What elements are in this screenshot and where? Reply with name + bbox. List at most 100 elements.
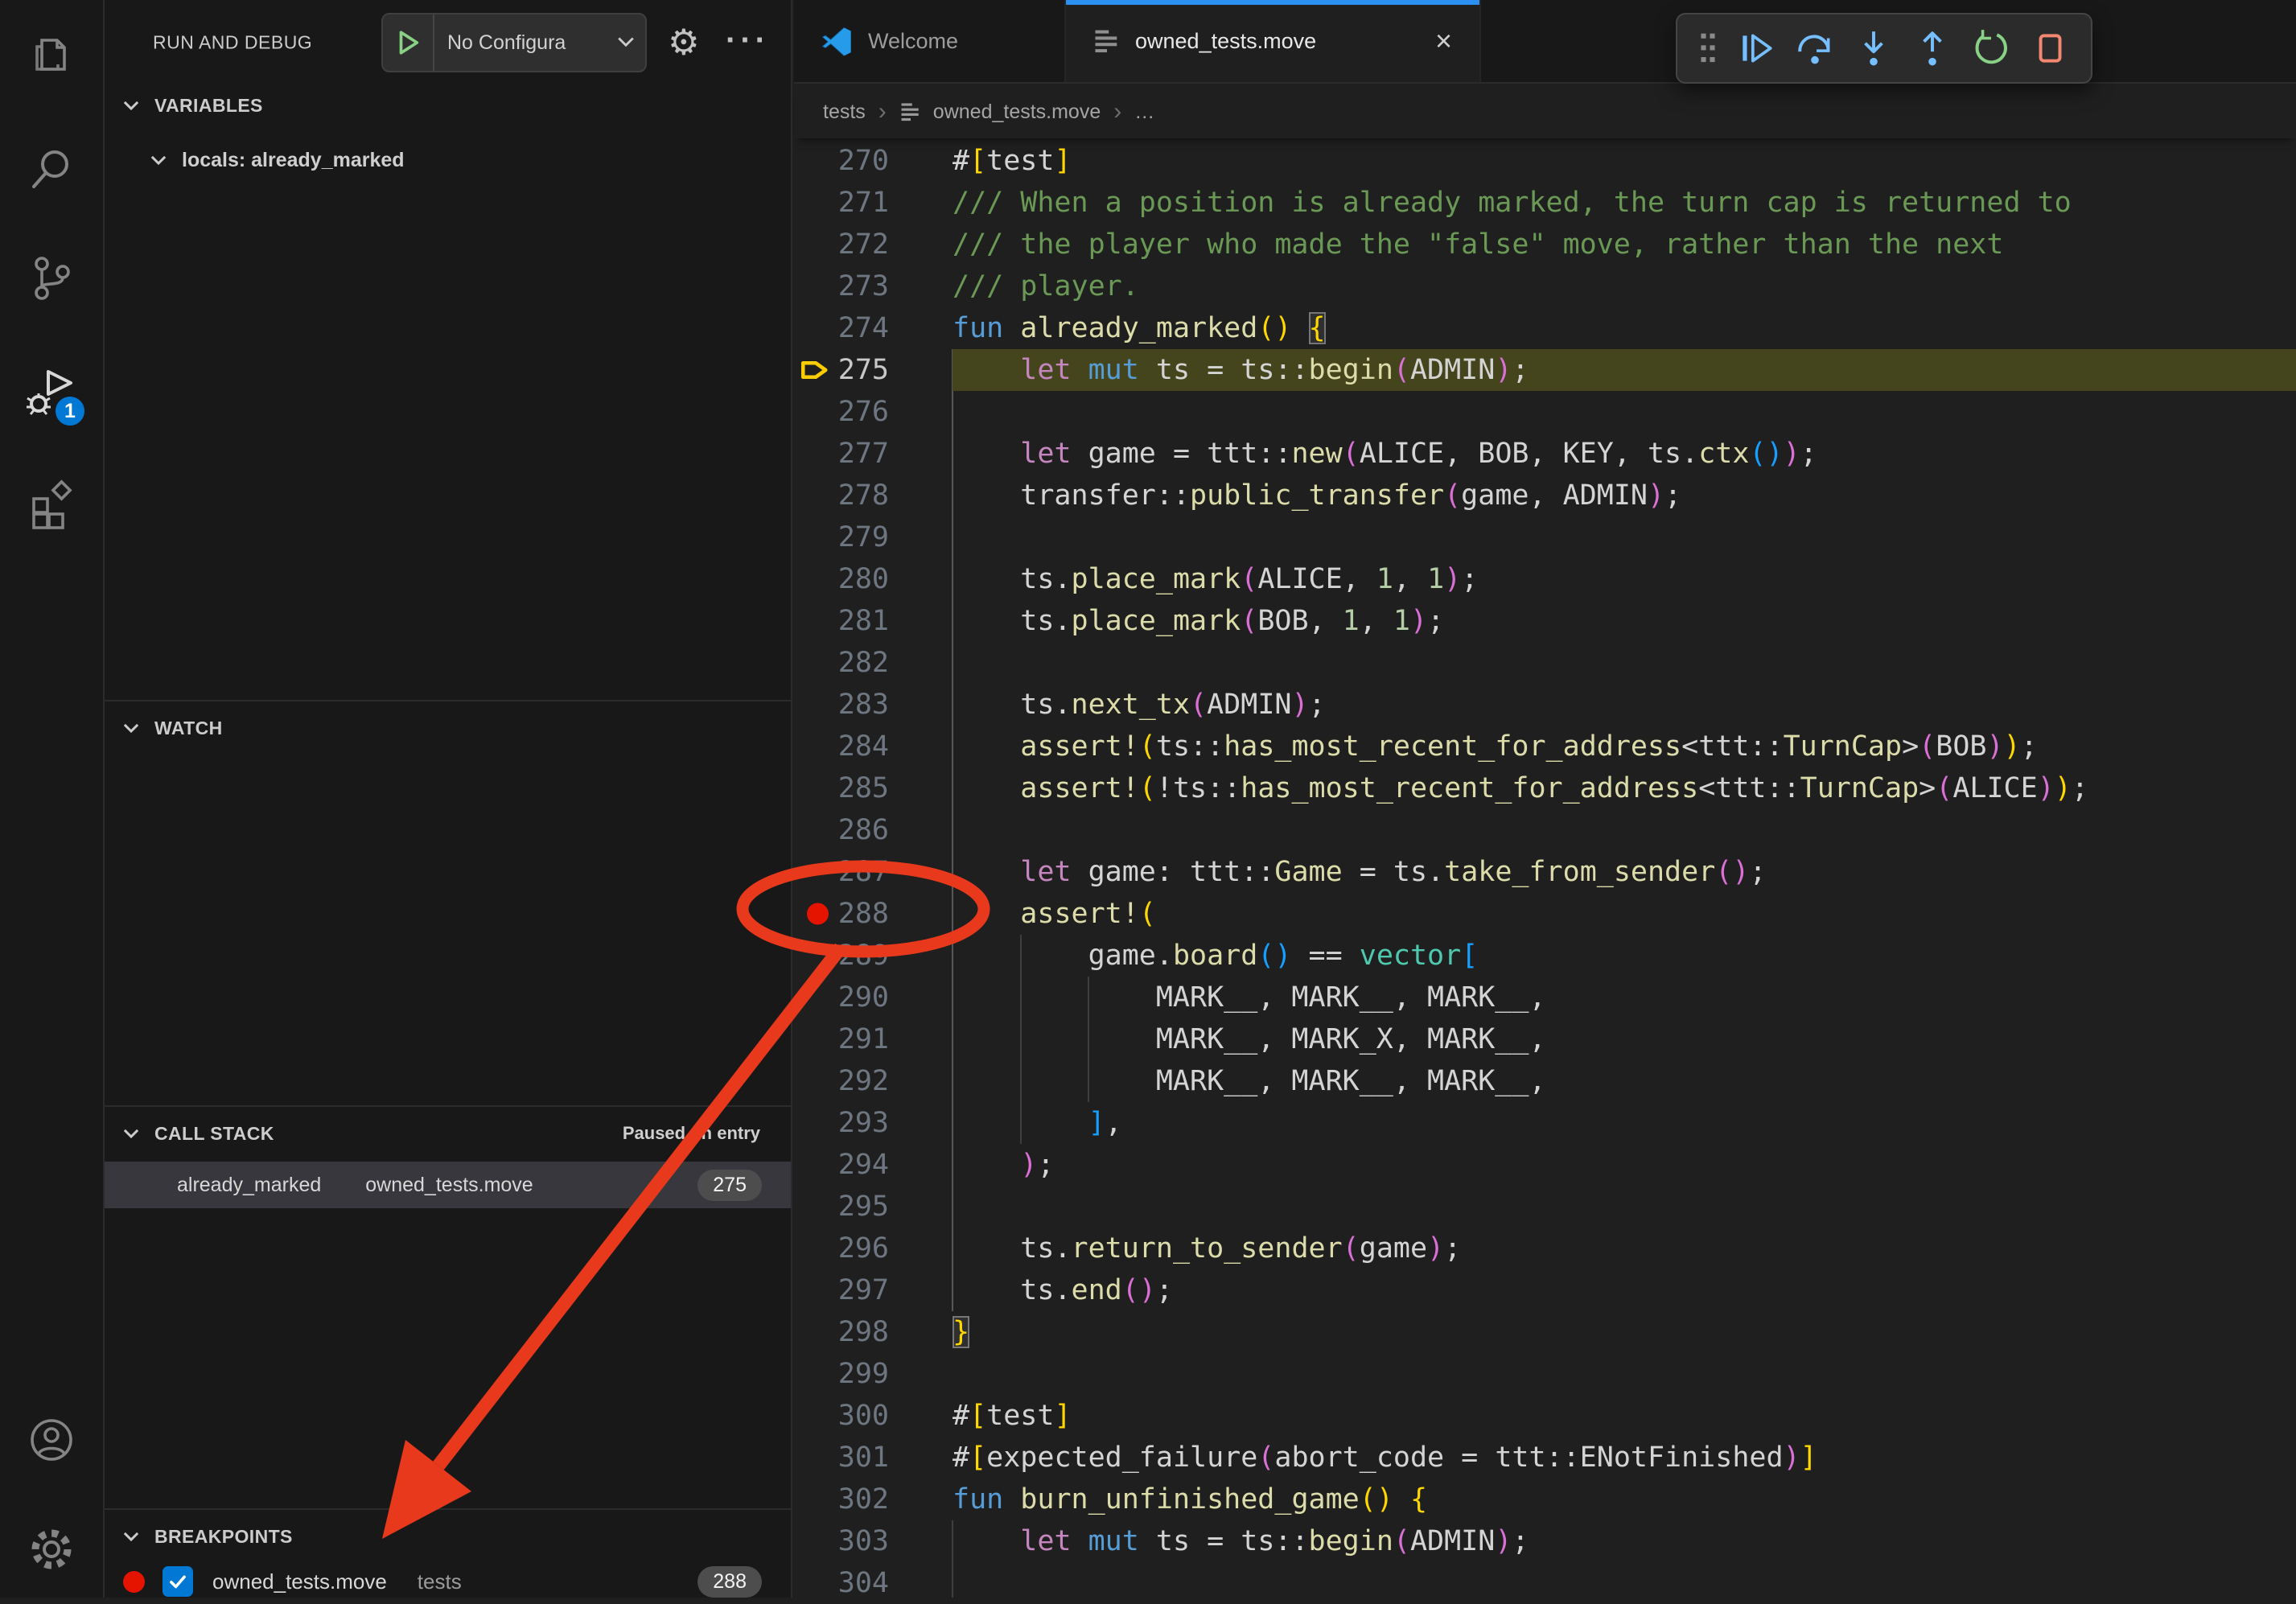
- line-number-gutter[interactable]: 281: [794, 600, 953, 642]
- line-number-gutter[interactable]: 271: [794, 182, 953, 224]
- code-line[interactable]: 277 let game = ttt::new(ALICE, BOB, KEY,…: [794, 433, 2296, 475]
- line-number-gutter[interactable]: 285: [794, 767, 953, 809]
- line-number-gutter[interactable]: 298: [794, 1311, 953, 1353]
- line-number-gutter[interactable]: 280: [794, 558, 953, 600]
- section-variables-header[interactable]: VARIABLES: [105, 80, 791, 130]
- code-line[interactable]: 300#[test]: [794, 1395, 2296, 1437]
- code-line[interactable]: 295: [794, 1186, 2296, 1228]
- line-number-gutter[interactable]: 275: [794, 349, 953, 391]
- line-number-gutter[interactable]: 300: [794, 1395, 953, 1437]
- code-line[interactable]: 276: [794, 391, 2296, 433]
- search-icon[interactable]: [21, 138, 82, 199]
- line-number-gutter[interactable]: 274: [794, 307, 953, 349]
- line-number-gutter[interactable]: 296: [794, 1228, 953, 1269]
- line-number-gutter[interactable]: 299: [794, 1353, 953, 1395]
- code-line[interactable]: 288 assert!(: [794, 893, 2296, 935]
- section-watch-header[interactable]: WATCH: [105, 703, 791, 753]
- code-line[interactable]: 294 );: [794, 1144, 2296, 1186]
- line-number-gutter[interactable]: 289: [794, 935, 953, 977]
- line-number-gutter[interactable]: 273: [794, 265, 953, 307]
- line-number-gutter[interactable]: 303: [794, 1520, 953, 1562]
- code-line[interactable]: 280 ts.place_mark(ALICE, 1, 1);: [794, 558, 2296, 600]
- line-number-gutter[interactable]: 287: [794, 851, 953, 893]
- line-number-gutter[interactable]: 294: [794, 1144, 953, 1186]
- code-line[interactable]: 299: [794, 1353, 2296, 1395]
- code-line[interactable]: 293 ],: [794, 1102, 2296, 1144]
- tab-welcome[interactable]: Welcome: [794, 0, 1066, 82]
- tab-owned-tests-move[interactable]: owned_tests.move ×: [1066, 0, 1481, 82]
- line-number-gutter[interactable]: 270: [794, 140, 953, 182]
- account-icon[interactable]: [21, 1409, 82, 1470]
- code-line[interactable]: 290 MARK__, MARK__, MARK__,: [794, 977, 2296, 1018]
- more-actions-icon[interactable]: ···: [726, 23, 770, 59]
- line-number-gutter[interactable]: 278: [794, 475, 953, 516]
- code-line[interactable]: 298}: [794, 1311, 2296, 1353]
- line-number-gutter[interactable]: 295: [794, 1186, 953, 1228]
- settings-gear-icon[interactable]: [21, 1519, 82, 1580]
- section-breakpoints-header[interactable]: BREAKPOINTS: [105, 1511, 791, 1561]
- code-line[interactable]: 301#[expected_failure(abort_code = ttt::…: [794, 1437, 2296, 1479]
- extensions-icon[interactable]: [21, 473, 82, 534]
- start-debug-icon[interactable]: [383, 29, 433, 56]
- code-line[interactable]: 284 assert!(ts::has_most_recent_for_addr…: [794, 726, 2296, 767]
- close-icon[interactable]: ×: [1435, 27, 1452, 56]
- code-line[interactable]: 271/// When a position is already marked…: [794, 182, 2296, 224]
- line-number-gutter[interactable]: 293: [794, 1102, 953, 1144]
- code-line[interactable]: 283 ts.next_tx(ADMIN);: [794, 684, 2296, 726]
- line-number-gutter[interactable]: 288: [794, 893, 953, 935]
- breakpoint-checkbox[interactable]: [163, 1566, 193, 1597]
- explorer-icon[interactable]: [21, 24, 82, 85]
- step-over-button[interactable]: [1789, 22, 1841, 75]
- step-into-button[interactable]: [1848, 22, 1900, 75]
- run-and-debug-icon[interactable]: 1: [21, 364, 82, 425]
- code-line[interactable]: 274fun already_marked() {: [794, 307, 2296, 349]
- line-number-gutter[interactable]: 286: [794, 809, 953, 851]
- section-call-stack-header[interactable]: CALL STACK Paused on entry: [105, 1108, 791, 1158]
- code-line[interactable]: 287 let game: ttt::Game = ts.take_from_s…: [794, 851, 2296, 893]
- code-line[interactable]: 286: [794, 809, 2296, 851]
- code-editor[interactable]: 270#[test]271/// When a position is alre…: [794, 138, 2296, 1598]
- line-number-gutter[interactable]: 291: [794, 1018, 953, 1060]
- code-line[interactable]: 304: [794, 1562, 2296, 1598]
- continue-button[interactable]: [1730, 22, 1782, 75]
- line-number-gutter[interactable]: 292: [794, 1060, 953, 1102]
- code-line[interactable]: 273/// player.: [794, 265, 2296, 307]
- code-line[interactable]: 270#[test]: [794, 140, 2296, 182]
- code-line[interactable]: 278 transfer::public_transfer(game, ADMI…: [794, 475, 2296, 516]
- code-line[interactable]: 289 game.board() == vector[: [794, 935, 2296, 977]
- line-number-gutter[interactable]: 297: [794, 1269, 953, 1311]
- line-number-gutter[interactable]: 284: [794, 726, 953, 767]
- code-line[interactable]: 285 assert!(!ts::has_most_recent_for_add…: [794, 767, 2296, 809]
- code-line[interactable]: 303 let mut ts = ts::begin(ADMIN);: [794, 1520, 2296, 1562]
- call-stack-frame-row[interactable]: already_marked owned_tests.move 275: [105, 1162, 791, 1208]
- code-line[interactable]: 296 ts.return_to_sender(game);: [794, 1228, 2296, 1269]
- code-line[interactable]: 291 MARK__, MARK_X, MARK__,: [794, 1018, 2296, 1060]
- line-number-gutter[interactable]: 282: [794, 642, 953, 684]
- code-line[interactable]: 272/// the player who made the "false" m…: [794, 224, 2296, 265]
- code-line[interactable]: 281 ts.place_mark(BOB, 1, 1);: [794, 600, 2296, 642]
- line-number-gutter[interactable]: 302: [794, 1479, 953, 1520]
- breadcrumb-item-tests[interactable]: tests: [823, 101, 866, 124]
- debug-config-dropdown[interactable]: No Configura: [381, 13, 647, 72]
- line-number-gutter[interactable]: 290: [794, 977, 953, 1018]
- variables-locals-row[interactable]: locals: already_marked: [105, 135, 791, 185]
- debug-settings-gear-icon[interactable]: ⚙: [668, 23, 699, 64]
- breadcrumb-item-symbol[interactable]: …: [1134, 101, 1154, 124]
- code-line[interactable]: 275 let mut ts = ts::begin(ADMIN);: [794, 349, 2296, 391]
- drag-handle-icon[interactable]: [1692, 22, 1723, 75]
- code-line[interactable]: 302fun burn_unfinished_game() {: [794, 1479, 2296, 1520]
- breakpoint-dot-icon[interactable]: [807, 903, 829, 925]
- line-number-gutter[interactable]: 304: [794, 1562, 953, 1598]
- code-line[interactable]: 279: [794, 516, 2296, 558]
- step-out-button[interactable]: [1907, 22, 1959, 75]
- stop-button[interactable]: [2024, 22, 2076, 75]
- line-number-gutter[interactable]: 279: [794, 516, 953, 558]
- line-number-gutter[interactable]: 276: [794, 391, 953, 433]
- line-number-gutter[interactable]: 301: [794, 1437, 953, 1479]
- source-control-icon[interactable]: [21, 248, 82, 309]
- code-line[interactable]: 282: [794, 642, 2296, 684]
- restart-button[interactable]: [1965, 22, 2018, 75]
- code-line[interactable]: 297 ts.end();: [794, 1269, 2296, 1311]
- line-number-gutter[interactable]: 272: [794, 224, 953, 265]
- breadcrumb-item-file[interactable]: owned_tests.move: [933, 101, 1101, 124]
